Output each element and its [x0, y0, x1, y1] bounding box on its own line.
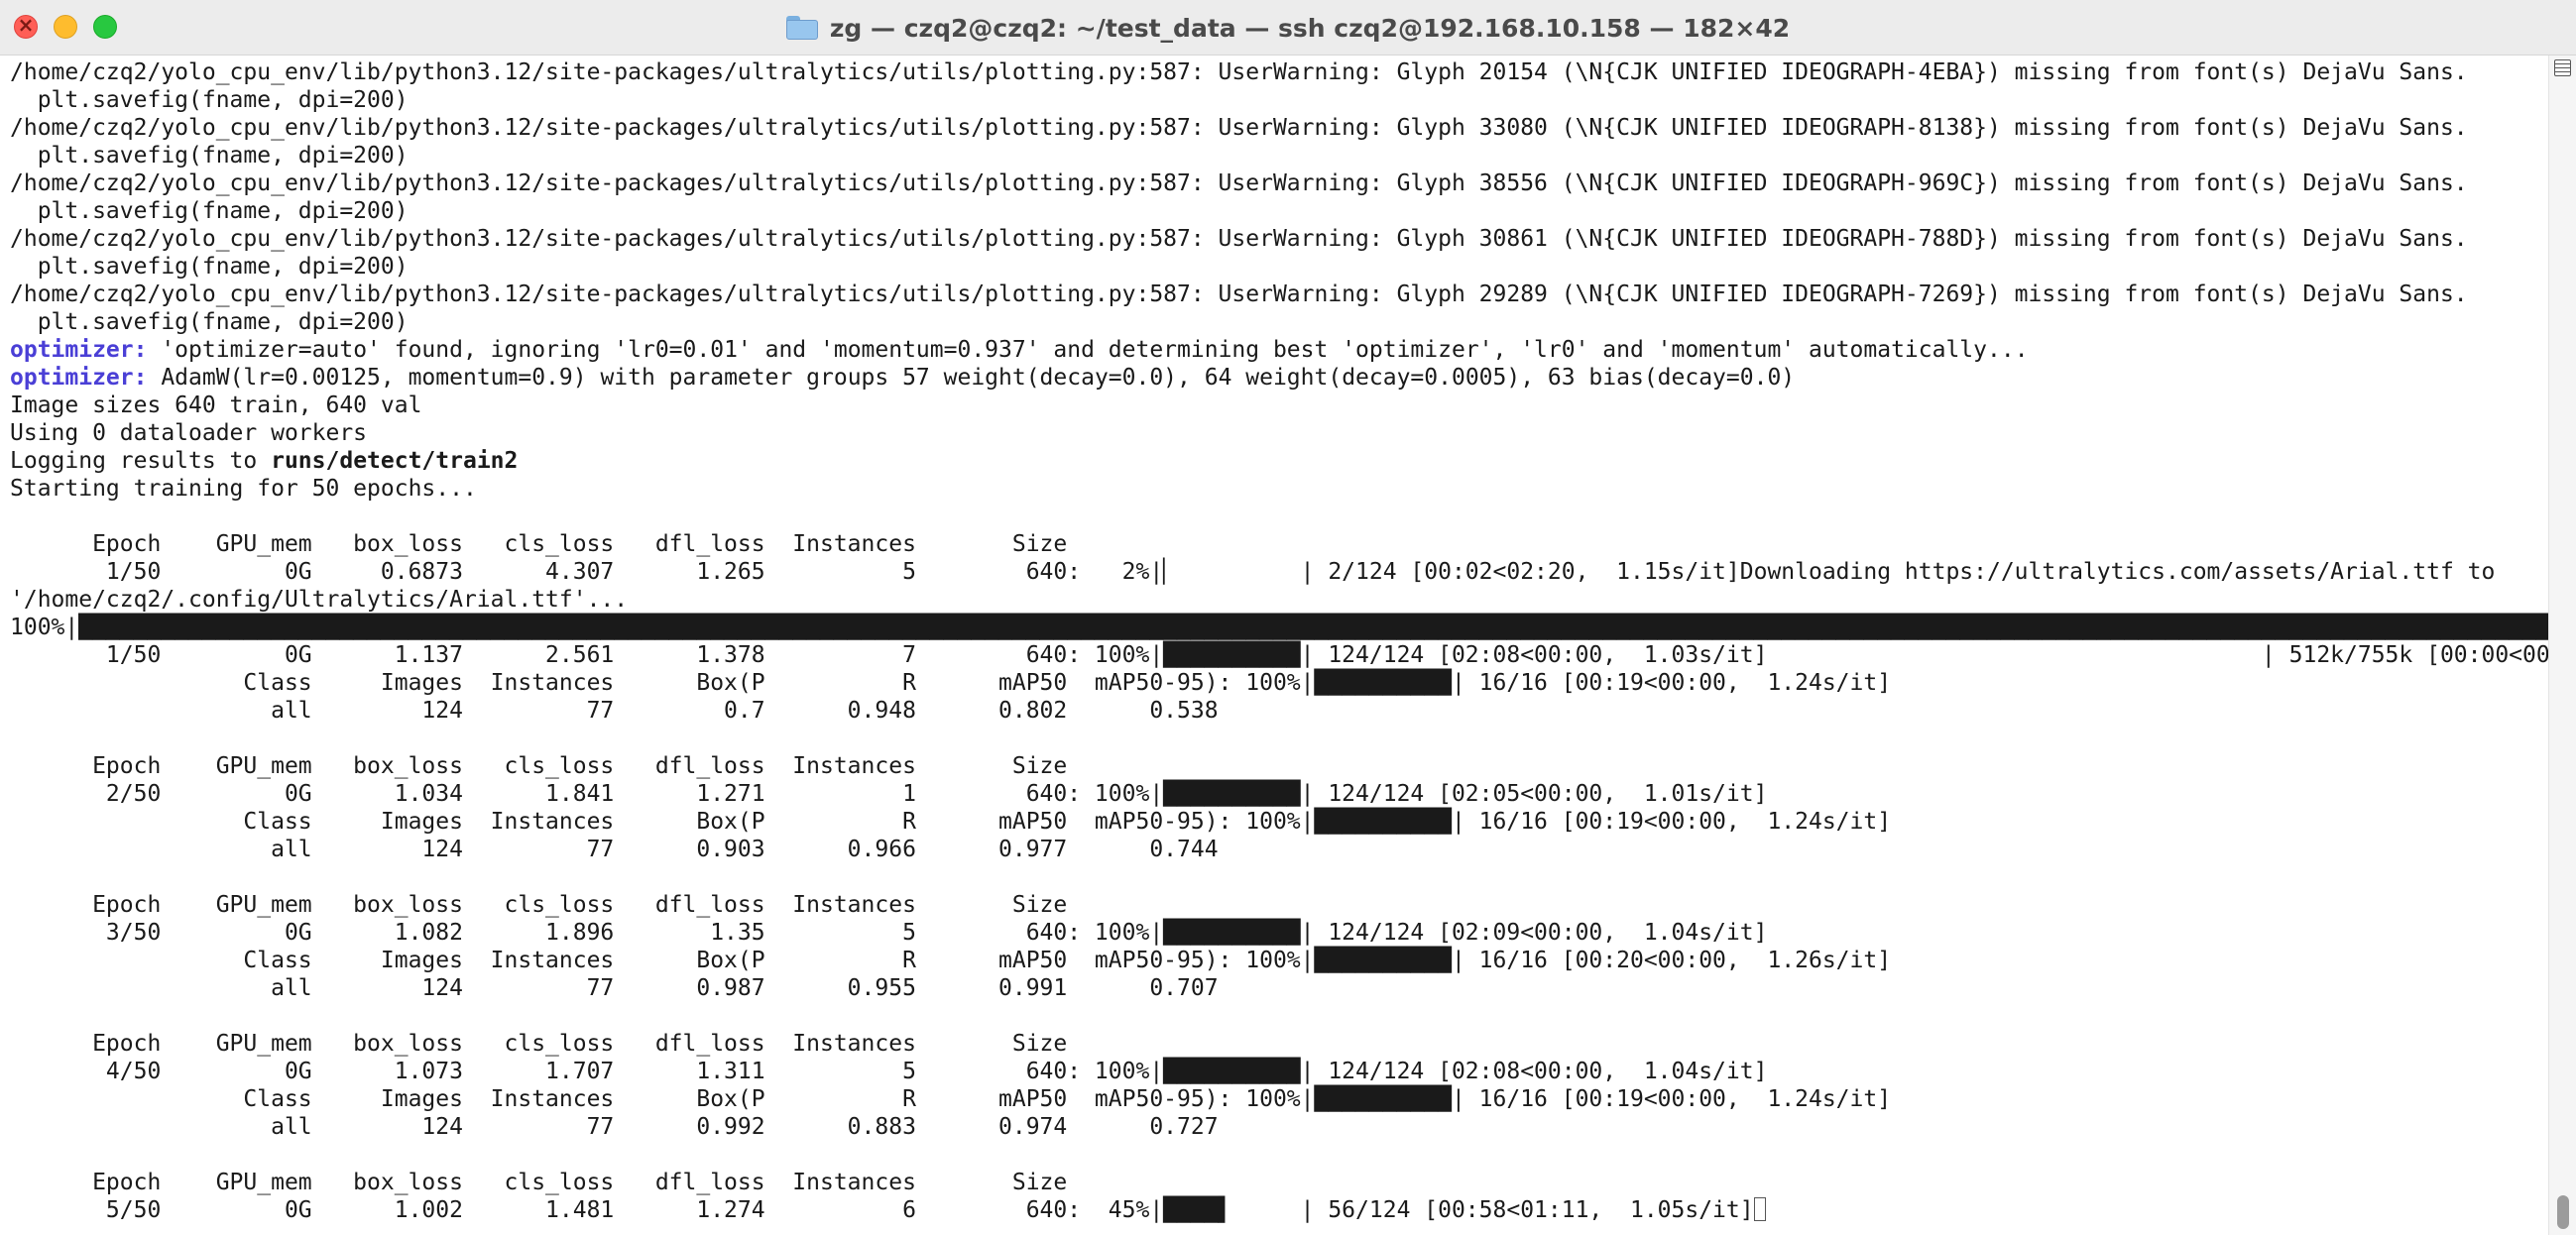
terminal-line: optimizer: AdamW(lr=0.00125, momentum=0.…: [10, 364, 2548, 392]
terminal-text-segment: Class Images Instances Box(P R mAP50 mAP…: [10, 670, 1892, 696]
terminal-line: 3/50 0G 1.082 1.896 1.35 5 640: 100%|███…: [10, 919, 2548, 947]
terminal-line: 1/50 0G 1.137 2.561 1.378 7 640: 100%|██…: [10, 641, 2548, 669]
terminal-line: plt.savefig(fname, dpi=200): [10, 197, 2548, 225]
terminal-line: Epoch GPU_mem box_loss cls_loss dfl_loss…: [10, 530, 2548, 558]
terminal-text-segment: runs/detect/train2: [271, 448, 519, 474]
terminal-text-segment: all 124 77 0.903 0.966 0.977 0.744: [10, 837, 1219, 862]
terminal-line: Logging results to runs/detect/train2: [10, 447, 2548, 475]
terminal-line: 100%|███████████████████████████████████…: [10, 614, 2548, 641]
terminal-text-segment: AdamW(lr=0.00125, momentum=0.9) with par…: [147, 365, 1796, 391]
terminal-text: /home/czq2/yolo_cpu_env/lib/python3.12/s…: [10, 58, 2548, 1224]
terminal-line: /home/czq2/yolo_cpu_env/lib/python3.12/s…: [10, 225, 2548, 253]
terminal-line: Class Images Instances Box(P R mAP50 mAP…: [10, 1085, 2548, 1113]
terminal-text-segment: 1/50 0G 0.6873 4.307 1.265 5 640: 2%|▏ |…: [10, 559, 2496, 585]
terminal-text-segment: plt.savefig(fname, dpi=200): [10, 309, 409, 335]
terminal-text-segment: 100%|███████████████████████████████████…: [10, 615, 2548, 640]
terminal-line: Using 0 dataloader workers: [10, 419, 2548, 447]
terminal-text-segment: Logging results to: [10, 448, 272, 474]
text-cursor: [1753, 1197, 1766, 1221]
terminal-text-segment: plt.savefig(fname, dpi=200): [10, 254, 409, 280]
terminal-line: Class Images Instances Box(P R mAP50 mAP…: [10, 808, 2548, 836]
terminal-line: /home/czq2/yolo_cpu_env/lib/python3.12/s…: [10, 58, 2548, 86]
terminal-text-segment: 2/50 0G 1.034 1.841 1.271 1 640: 100%|██…: [10, 781, 1768, 807]
terminal-text-segment: Class Images Instances Box(P R mAP50 mAP…: [10, 1086, 1892, 1112]
terminal-text-segment: 'optimizer=auto' found, ignoring 'lr0=0.…: [147, 337, 2029, 363]
terminal-line: Epoch GPU_mem box_loss cls_loss dfl_loss…: [10, 891, 2548, 919]
terminal-line: Starting training for 50 epochs...: [10, 475, 2548, 503]
terminal-line: /home/czq2/yolo_cpu_env/lib/python3.12/s…: [10, 169, 2548, 197]
terminal-line: plt.savefig(fname, dpi=200): [10, 142, 2548, 169]
terminal-text-segment: plt.savefig(fname, dpi=200): [10, 87, 409, 113]
terminal-text-segment: Image sizes 640 train, 640 val: [10, 393, 422, 418]
terminal-line: Epoch GPU_mem box_loss cls_loss dfl_loss…: [10, 1030, 2548, 1058]
terminal-line: Image sizes 640 train, 640 val: [10, 392, 2548, 419]
terminal-text-segment: Epoch GPU_mem box_loss cls_loss dfl_loss…: [10, 1031, 1068, 1057]
optimizer-label: optimizer:: [10, 337, 148, 363]
folder-icon: [785, 16, 818, 40]
terminal-text-segment: Class Images Instances Box(P R mAP50 mAP…: [10, 948, 1892, 973]
terminal-line: /home/czq2/yolo_cpu_env/lib/python3.12/s…: [10, 114, 2548, 142]
terminal-line: 5/50 0G 1.002 1.481 1.274 6 640: 45%|███…: [10, 1196, 2548, 1224]
scroll-menu-icon[interactable]: [2554, 59, 2571, 76]
terminal-text-segment: Epoch GPU_mem box_loss cls_loss dfl_loss…: [10, 753, 1068, 779]
terminal-text-segment: /home/czq2/yolo_cpu_env/lib/python3.12/s…: [10, 59, 2468, 85]
terminal-line: Class Images Instances Box(P R mAP50 mAP…: [10, 947, 2548, 974]
terminal-line: Class Images Instances Box(P R mAP50 mAP…: [10, 669, 2548, 697]
vertical-scrollbar[interactable]: [2548, 56, 2576, 1235]
title-bar[interactable]: zg — czq2@czq2: ~/test_data — ssh czq2@1…: [0, 0, 2576, 56]
terminal-text-segment: Starting training for 50 epochs...: [10, 476, 477, 502]
terminal-text-segment: all 124 77 0.992 0.883 0.974 0.727: [10, 1114, 1219, 1140]
terminal-text-segment: Class Images Instances Box(P R mAP50 mAP…: [10, 809, 1892, 835]
scroll-thumb[interactable]: [2557, 1195, 2569, 1229]
terminal-text-segment: all 124 77 0.987 0.955 0.991 0.707: [10, 975, 1219, 1001]
terminal-text-segment: '/home/czq2/.config/Ultralytics/Arial.tt…: [10, 587, 629, 613]
terminal-window: zg — czq2@czq2: ~/test_data — ssh czq2@1…: [0, 0, 2576, 1235]
window-title-container: zg — czq2@czq2: ~/test_data — ssh czq2@1…: [0, 0, 2576, 56]
terminal-text-segment: /home/czq2/yolo_cpu_env/lib/python3.12/s…: [10, 226, 2468, 252]
terminal-line: 2/50 0G 1.034 1.841 1.271 1 640: 100%|██…: [10, 780, 2548, 808]
terminal-output[interactable]: /home/czq2/yolo_cpu_env/lib/python3.12/s…: [0, 56, 2548, 1235]
terminal-text-segment: 5/50 0G 1.002 1.481 1.274 6 640: 45%|███…: [10, 1197, 1754, 1223]
terminal-text-segment: Epoch GPU_mem box_loss cls_loss dfl_loss…: [10, 1170, 1068, 1195]
window-title: zg — czq2@czq2: ~/test_data — ssh czq2@1…: [829, 13, 1791, 43]
terminal-line: all 124 77 0.903 0.966 0.977 0.744: [10, 836, 2548, 863]
terminal-text-segment: 3/50 0G 1.082 1.896 1.35 5 640: 100%|███…: [10, 920, 1768, 946]
terminal-text-segment: Epoch GPU_mem box_loss cls_loss dfl_loss…: [10, 892, 1068, 918]
terminal-line: Epoch GPU_mem box_loss cls_loss dfl_loss…: [10, 752, 2548, 780]
terminal-text-segment: plt.savefig(fname, dpi=200): [10, 143, 409, 168]
terminal-line: optimizer: 'optimizer=auto' found, ignor…: [10, 336, 2548, 364]
terminal-text-segment: Using 0 dataloader workers: [10, 420, 368, 446]
terminal-line: 4/50 0G 1.073 1.707 1.311 5 640: 100%|██…: [10, 1058, 2548, 1085]
terminal-line: all 124 77 0.7 0.948 0.802 0.538: [10, 697, 2548, 725]
terminal-line: '/home/czq2/.config/Ultralytics/Arial.tt…: [10, 586, 2548, 614]
terminal-line: all 124 77 0.992 0.883 0.974 0.727: [10, 1113, 2548, 1141]
terminal-line: all 124 77 0.987 0.955 0.991 0.707: [10, 974, 2548, 1002]
terminal-text-segment: /home/czq2/yolo_cpu_env/lib/python3.12/s…: [10, 115, 2468, 141]
terminal-line: plt.savefig(fname, dpi=200): [10, 86, 2548, 114]
terminal-text-segment: all 124 77 0.7 0.948 0.802 0.538: [10, 698, 1219, 724]
terminal-line: 1/50 0G 0.6873 4.307 1.265 5 640: 2%|▏ |…: [10, 558, 2548, 586]
terminal-text-segment: plt.savefig(fname, dpi=200): [10, 198, 409, 224]
terminal-text-segment: 1/50 0G 1.137 2.561 1.378 7 640: 100%|██…: [10, 642, 2548, 668]
terminal-text-segment: /home/czq2/yolo_cpu_env/lib/python3.12/s…: [10, 281, 2468, 307]
terminal-text-segment: Epoch GPU_mem box_loss cls_loss dfl_loss…: [10, 531, 1068, 557]
terminal-line: /home/czq2/yolo_cpu_env/lib/python3.12/s…: [10, 281, 2548, 308]
optimizer-label: optimizer:: [10, 365, 148, 391]
terminal-line: plt.savefig(fname, dpi=200): [10, 308, 2548, 336]
terminal-text-segment: /home/czq2/yolo_cpu_env/lib/python3.12/s…: [10, 170, 2468, 196]
terminal-line: Epoch GPU_mem box_loss cls_loss dfl_loss…: [10, 1169, 2548, 1196]
terminal-text-segment: 4/50 0G 1.073 1.707 1.311 5 640: 100%|██…: [10, 1059, 1768, 1084]
terminal-line: plt.savefig(fname, dpi=200): [10, 253, 2548, 281]
